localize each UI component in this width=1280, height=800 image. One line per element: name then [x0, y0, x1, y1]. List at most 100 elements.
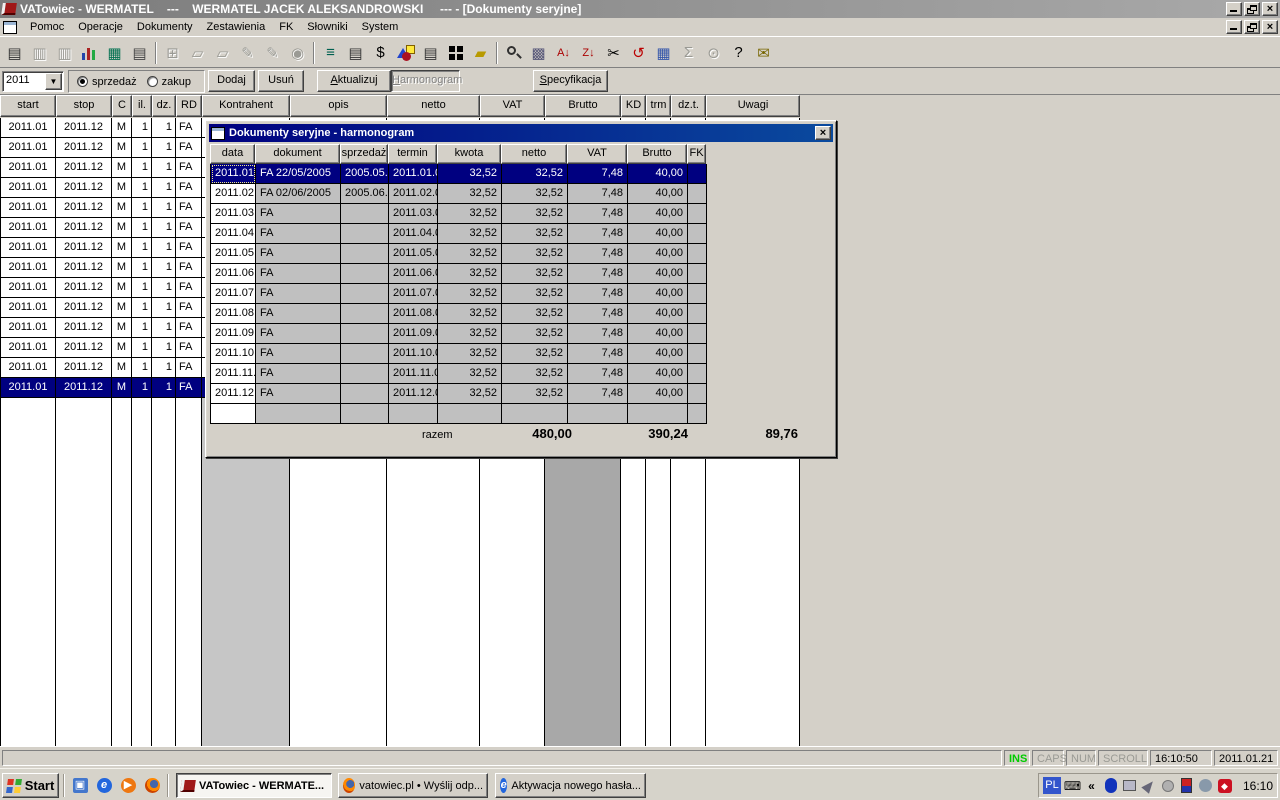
- dialog-column-header-VAT[interactable]: VAT: [567, 144, 627, 164]
- mdi-minimize-button[interactable]: [1226, 20, 1242, 34]
- taskbar-button[interactable]: VATowiec - WERMATE...: [176, 773, 332, 798]
- mdi-restore-button[interactable]: [1244, 20, 1260, 34]
- taskbar-button[interactable]: eAktywacja nowego hasła...: [495, 773, 646, 798]
- display-audio-icon[interactable]: [1122, 778, 1137, 793]
- firefox-icon[interactable]: [142, 775, 162, 795]
- column-header-il[interactable]: il.: [132, 95, 152, 117]
- print-icon[interactable]: ▤: [2, 41, 27, 65]
- column-header-Uwagi[interactable]: Uwagi: [706, 95, 800, 117]
- menu-item-fk[interactable]: FK: [272, 19, 300, 35]
- menu-item-system[interactable]: System: [355, 19, 406, 35]
- dialog-column-header-sprzeda[interactable]: sprzedaż: [340, 144, 388, 164]
- eraser-icon[interactable]: ▰: [468, 41, 493, 65]
- dialog-table-row[interactable]: 2011.02.01FA 02/06/20052005.06.012011.02…: [211, 184, 707, 204]
- app-restore-button[interactable]: [1244, 2, 1260, 16]
- dialog-column-header-termin[interactable]: termin: [388, 144, 437, 164]
- list-icon[interactable]: ≡: [318, 41, 343, 65]
- harmonogram-button[interactable]: Harmonogram: [391, 70, 460, 92]
- menu-item-dokumenty[interactable]: Dokumenty: [130, 19, 200, 35]
- menu-item-słowniki[interactable]: Słowniki: [300, 19, 354, 35]
- app-close-button[interactable]: ×: [1262, 2, 1278, 16]
- chevron-collapse-icon[interactable]: «: [1084, 778, 1099, 793]
- app-minimize-button[interactable]: [1226, 2, 1242, 16]
- radio-zakup[interactable]: zakup: [147, 76, 191, 88]
- column-header-Kontrahent[interactable]: Kontrahent: [202, 95, 290, 117]
- start-button[interactable]: Start: [2, 773, 59, 798]
- dialog-column-header-FK[interactable]: FK: [687, 144, 706, 164]
- scissors-icon[interactable]: ✂: [601, 41, 626, 65]
- dialog-column-header-netto[interactable]: netto: [501, 144, 567, 164]
- mdi-child-icon[interactable]: [3, 21, 17, 34]
- dodaj-button[interactable]: Dodaj: [208, 70, 255, 92]
- language-indicator[interactable]: PL: [1043, 777, 1061, 794]
- ie-icon[interactable]: e: [94, 775, 114, 795]
- dialog-table-row[interactable]: 2011.07.01FA2011.07.0632,5232,527,4840,0…: [211, 284, 707, 304]
- column-header-Brutto[interactable]: Brutto: [545, 95, 621, 117]
- dialog-column-header-Brutto[interactable]: Brutto: [627, 144, 687, 164]
- dialog-column-header-data[interactable]: data: [210, 144, 255, 164]
- media-player-icon[interactable]: ▶: [118, 775, 138, 795]
- column-header-RD[interactable]: RD: [176, 95, 202, 117]
- sort-za-icon[interactable]: Z↓: [576, 41, 601, 65]
- dialog-table-row[interactable]: 2011.04.01FA2011.04.0632,5232,527,4840,0…: [211, 224, 707, 244]
- aktualizuj-button[interactable]: Aktualizuj: [317, 70, 391, 92]
- grid-squares-icon[interactable]: [443, 41, 468, 65]
- notes-icon[interactable]: ▤: [418, 41, 443, 65]
- keyboard-icon[interactable]: ⌨: [1065, 778, 1080, 793]
- column-header-trm[interactable]: trm: [646, 95, 671, 117]
- search-icon[interactable]: [501, 41, 526, 65]
- dialog-table-row[interactable]: 2011.05.01FA2011.05.0632,5232,527,4840,0…: [211, 244, 707, 264]
- dialog-close-button[interactable]: ×: [815, 126, 831, 140]
- mdi-close-button[interactable]: ×: [1262, 20, 1278, 34]
- speaker-icon[interactable]: [1160, 778, 1175, 793]
- show-desktop-icon[interactable]: ▣: [70, 775, 90, 795]
- menu-item-pomoc[interactable]: Pomoc: [23, 19, 71, 35]
- dollar-icon[interactable]: $: [368, 41, 393, 65]
- dialog-table-row[interactable]: 2011.09.01FA2011.09.0632,5232,527,4840,0…: [211, 324, 707, 344]
- column-header-C[interactable]: C: [112, 95, 132, 117]
- menu-item-operacje[interactable]: Operacje: [71, 19, 130, 35]
- dialog-table-row[interactable]: 2011.11.01FA2011.11.0632,5232,527,4840,0…: [211, 364, 707, 384]
- menu-item-zestawienia[interactable]: Zestawienia: [200, 19, 273, 35]
- help-icon[interactable]: ?: [726, 41, 751, 65]
- calc-sheet-icon[interactable]: ▦: [102, 41, 127, 65]
- bar-chart-icon[interactable]: [77, 41, 102, 65]
- chevron-down-icon[interactable]: ▼: [45, 73, 62, 90]
- pointer-icon[interactable]: [1141, 778, 1156, 793]
- dialog-column-header-kwota[interactable]: kwota: [437, 144, 501, 164]
- column-header-netto[interactable]: netto: [387, 95, 480, 117]
- bluetooth-icon[interactable]: [1103, 778, 1118, 793]
- battery-icon[interactable]: [1179, 778, 1194, 793]
- column-header-stop[interactable]: stop: [56, 95, 112, 117]
- dialog-titlebar[interactable]: Dokumenty seryjne - harmonogram ×: [209, 124, 833, 142]
- radio-sprzedaz[interactable]: sprzedaż: [77, 76, 137, 88]
- usun-button[interactable]: Usuń: [258, 70, 304, 92]
- move-pages-icon[interactable]: ▩: [526, 41, 551, 65]
- mail-icon[interactable]: ✉: [751, 41, 776, 65]
- taskbar-button[interactable]: vatowiec.pl • Wyślij odp...: [338, 773, 488, 798]
- column-header-KD[interactable]: KD: [621, 95, 646, 117]
- sort-az-icon[interactable]: A↓: [551, 41, 576, 65]
- column-header-VAT[interactable]: VAT: [480, 95, 545, 117]
- dialog-table-row[interactable]: 2011.08.01FA2011.08.0632,5232,527,4840,0…: [211, 304, 707, 324]
- column-header-dzt[interactable]: dz.t.: [671, 95, 706, 117]
- network-icon[interactable]: [1198, 778, 1213, 793]
- year-combobox[interactable]: 2011 ▼: [2, 71, 64, 92]
- objects-icon[interactable]: [393, 41, 418, 65]
- report-lines-icon[interactable]: ▤: [343, 41, 368, 65]
- specyfikacja-button[interactable]: Specyfikacja: [533, 70, 608, 92]
- dialog-table-row[interactable]: 2011.10.01FA2011.10.0632,5232,527,4840,0…: [211, 344, 707, 364]
- undo-loop-icon[interactable]: ↺: [626, 41, 651, 65]
- dialog-table-row[interactable]: 2011.06.01FA2011.06.0632,5232,527,4840,0…: [211, 264, 707, 284]
- calculator-icon[interactable]: ▦: [651, 41, 676, 65]
- dialog-table-row[interactable]: 2011.03.01FA2011.03.0632,5232,527,4840,0…: [211, 204, 707, 224]
- dialog-table-row[interactable]: 2011.01.01FA 22/05/20052005.05.012011.01…: [211, 164, 707, 184]
- column-header-opis[interactable]: opis: [290, 95, 387, 117]
- dialog-column-header-dokument[interactable]: dokument: [255, 144, 340, 164]
- column-header-start[interactable]: start: [0, 95, 56, 117]
- dialog-table-row[interactable]: [211, 404, 707, 424]
- firewall-icon[interactable]: ◆: [1217, 778, 1232, 793]
- document-icon[interactable]: ▤: [127, 41, 152, 65]
- column-header-dz[interactable]: dz.: [152, 95, 176, 117]
- dialog-table-row[interactable]: 2011.12.01FA2011.12.0632,5232,527,4840,0…: [211, 384, 707, 404]
